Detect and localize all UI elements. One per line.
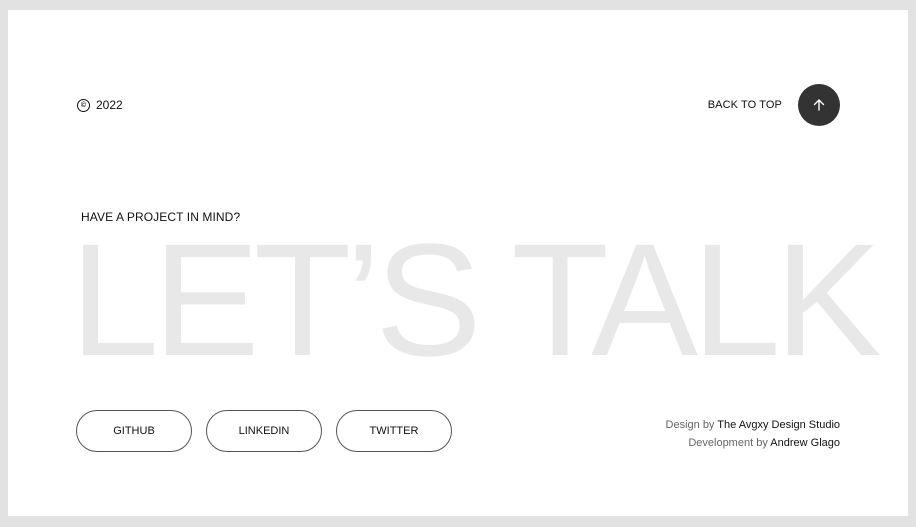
back-to-top-button[interactable]: BACK TO TOP — [708, 84, 840, 126]
design-credit: Design by The Avgxy Design Studio — [666, 416, 840, 434]
copyright: © 2022 — [77, 98, 123, 112]
development-credit-prefix: Development by — [688, 437, 768, 449]
development-credit-name[interactable]: Andrew Glago — [770, 437, 840, 449]
credits: Design by The Avgxy Design Studio Develo… — [666, 416, 840, 452]
linkedin-button[interactable]: LINKEDIN — [206, 410, 322, 452]
development-credit: Development by Andrew Glago — [666, 434, 840, 452]
copyright-icon: © — [77, 98, 90, 112]
back-to-top-label: BACK TO TOP — [707, 99, 782, 111]
twitter-button[interactable]: TWITTER — [336, 410, 452, 452]
footer-card: © 2022 BACK TO TOP HAVE A PROJECT IN MIN… — [8, 10, 908, 516]
design-credit-name[interactable]: The Avgxy Design Studio — [717, 419, 840, 431]
back-to-top-circle[interactable] — [798, 84, 840, 126]
github-button[interactable]: GITHUB — [76, 410, 192, 452]
copyright-year: 2022 — [96, 98, 123, 112]
arrow-up-icon — [813, 99, 825, 111]
social-links: GITHUB LINKEDIN TWITTER — [76, 410, 452, 452]
lets-talk-headline: LET’S TALK — [70, 210, 882, 389]
design-credit-prefix: Design by — [665, 419, 715, 431]
